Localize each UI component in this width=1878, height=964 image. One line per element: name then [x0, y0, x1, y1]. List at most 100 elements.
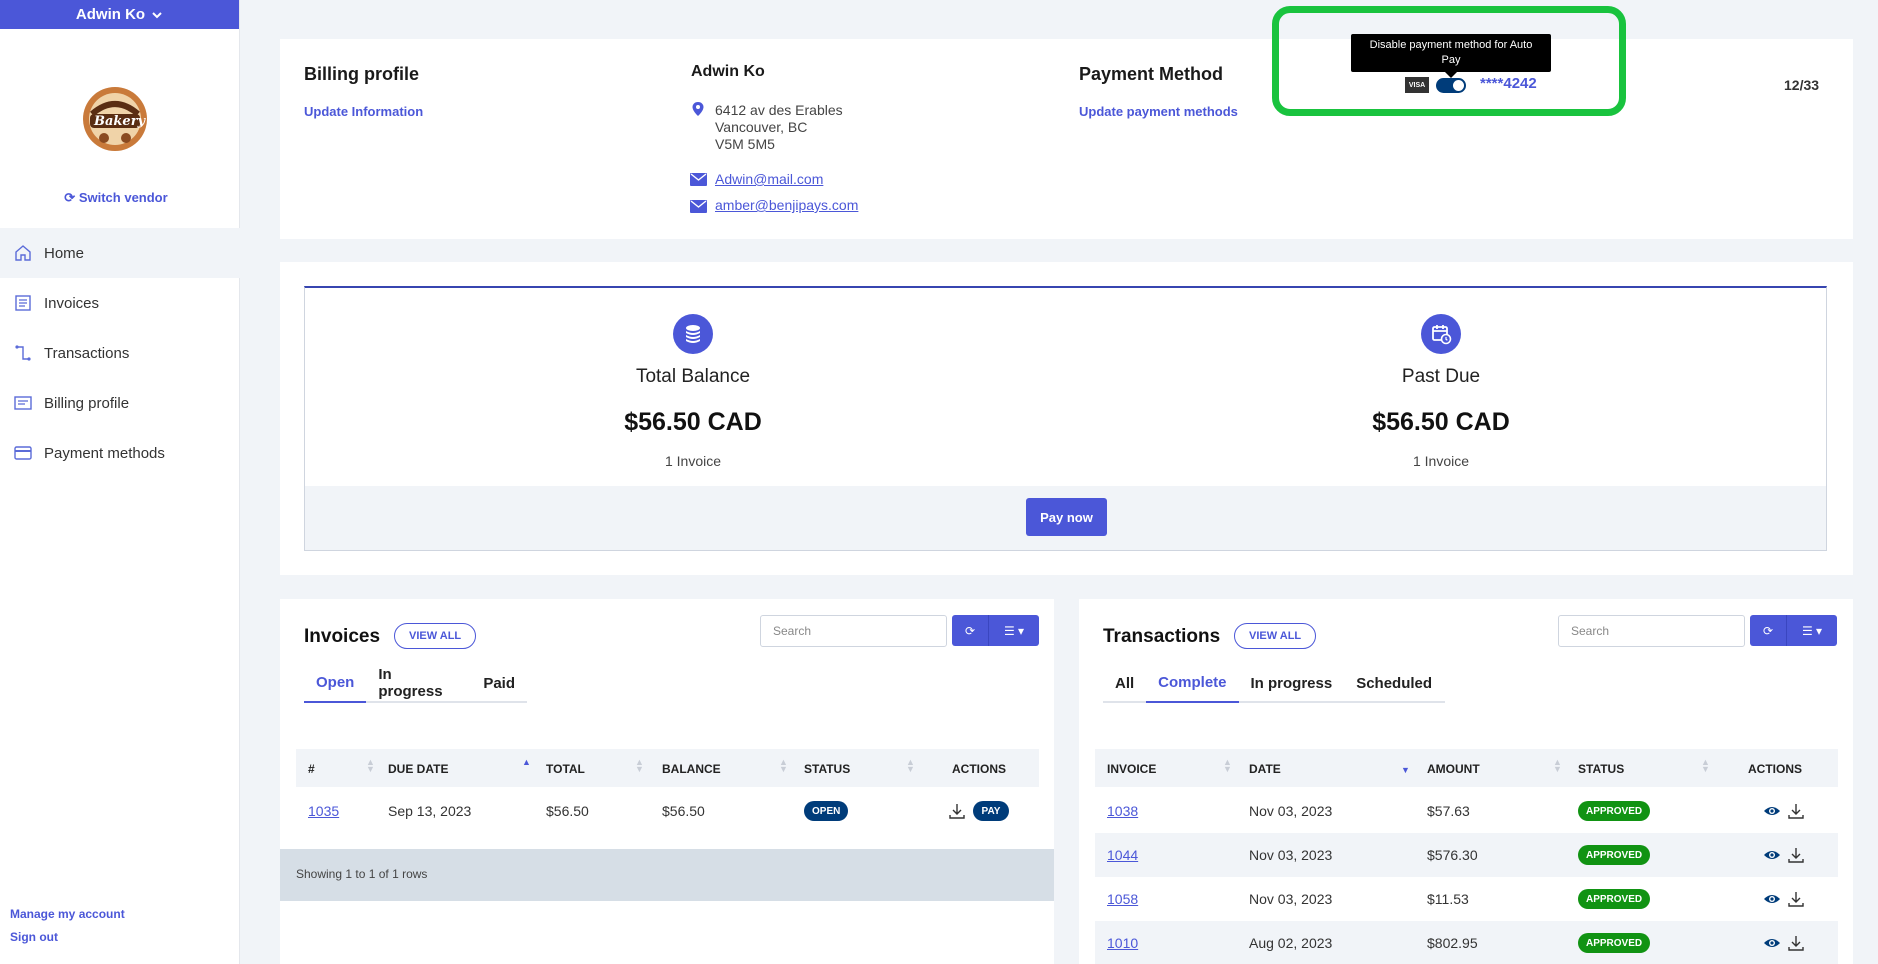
refresh-button[interactable]: ⟳ [1750, 615, 1787, 646]
tab-complete[interactable]: Complete [1146, 663, 1239, 703]
transactions-table-header: INVOICE ▲ ▼ DATE ▼ AMOUNT ▲ ▼ STATUS ▲ ▼ AC… [1095, 749, 1838, 787]
transactions-title: Transactions [1103, 626, 1221, 647]
table-row: 1010 Aug 02, 2023 $802.95 APPROVED [1095, 921, 1838, 964]
tab-scheduled[interactable]: Scheduled [1344, 663, 1444, 703]
eye-icon[interactable] [1763, 846, 1781, 864]
col-invoice[interactable]: INVOICE [1107, 762, 1156, 776]
mail-icon [690, 173, 707, 186]
invoice-number-link[interactable]: 1038 [1107, 803, 1138, 819]
manage-account-link[interactable]: Manage my account [10, 903, 125, 926]
transactions-icon [15, 345, 31, 361]
sidebar-item-billing-profile[interactable]: Billing profile [0, 378, 240, 428]
past-due-amount: $56.50 CAD [1372, 408, 1510, 436]
download-icon[interactable] [1787, 846, 1805, 864]
transactions-view-all-button[interactable]: VIEW ALL [1234, 623, 1317, 649]
sort-icon: ▲ ▼ [1553, 757, 1562, 774]
status-badge: APPROVED [1578, 801, 1651, 821]
page-count: 12/33 [1784, 77, 1820, 93]
transactions-toolbar: ⟳ ☰ ▾ [1750, 615, 1837, 646]
invoices-pagination: Showing 1 to 1 of 1 rows [280, 849, 1054, 901]
columns-dropdown-button[interactable]: ☰ ▾ [1787, 615, 1837, 646]
invoice-number-link[interactable]: 1044 [1107, 847, 1138, 863]
date: Nov 03, 2023 [1249, 891, 1333, 907]
vendor-logo: Bakery [78, 84, 152, 154]
sort-icon: ▲ ▼ [1223, 757, 1232, 774]
pay-now-button[interactable]: Pay now [1026, 498, 1107, 536]
col-status[interactable]: STATUS [804, 762, 850, 776]
update-payment-methods-link[interactable]: Update payment methods [1079, 104, 1238, 119]
visa-icon: VISA [1405, 77, 1429, 93]
autopay-tooltip: Disable payment method for Auto Pay [1351, 34, 1551, 78]
update-information-link[interactable]: Update Information [304, 104, 423, 119]
sidebar-item-transactions[interactable]: Transactions [0, 328, 240, 378]
status-badge: APPROVED [1578, 933, 1651, 953]
total: $56.50 [546, 803, 589, 819]
invoice-number-link[interactable]: 1035 [308, 803, 339, 819]
card-icon [14, 446, 32, 460]
payment-method-title: Payment Method [1079, 64, 1224, 84]
billing-profile-title: Billing profile [304, 64, 419, 84]
col-due-date[interactable]: DUE DATE [388, 762, 448, 776]
email-link-2[interactable]: amber@benjipays.com [715, 197, 858, 213]
tab-open[interactable]: Open [304, 663, 367, 703]
amount: $576.30 [1427, 847, 1478, 863]
table-row: 1058 Nov 03, 2023 $11.53 APPROVED [1095, 877, 1838, 921]
past-due-label: Past Due [1401, 366, 1481, 387]
eye-icon[interactable] [1763, 890, 1781, 908]
invoice-number-link[interactable]: 1058 [1107, 891, 1138, 907]
switch-vendor-link[interactable]: ⟳ Switch vendor [0, 190, 232, 206]
tab-in-progress[interactable]: In progress [1239, 663, 1345, 703]
download-icon[interactable] [1787, 802, 1805, 820]
invoices-view-all-button[interactable]: VIEW ALL [394, 623, 477, 649]
columns-dropdown-button[interactable]: ☰ ▾ [989, 615, 1039, 646]
sidebar-item-payment-methods[interactable]: Payment methods [0, 428, 240, 478]
location-pin-icon [692, 102, 704, 116]
tab-in-progress[interactable]: In progress [366, 663, 471, 703]
amount: $802.95 [1427, 935, 1478, 951]
col-status[interactable]: STATUS [1578, 762, 1624, 776]
download-icon[interactable] [1787, 934, 1805, 952]
col-date[interactable]: DATE [1249, 762, 1281, 776]
eye-icon[interactable] [1763, 934, 1781, 952]
table-row: 1038 Nov 03, 2023 $57.63 APPROVED [1095, 789, 1838, 833]
refresh-button[interactable]: ⟳ [952, 615, 989, 646]
refresh-icon: ⟳ [1762, 623, 1774, 638]
col-total[interactable]: TOTAL [546, 762, 585, 776]
user-menu[interactable]: Adwin Ko [0, 0, 239, 29]
transactions-search-input[interactable]: Search [1558, 615, 1745, 647]
status-badge: APPROVED [1578, 889, 1651, 909]
invoice-number-link[interactable]: 1010 [1107, 935, 1138, 951]
eye-icon[interactable] [1763, 802, 1781, 820]
customer-name: Adwin Ko [691, 63, 765, 80]
col-number[interactable]: # [308, 762, 315, 776]
invoices-tabs: Open In progress Paid [304, 663, 527, 703]
tab-all[interactable]: All [1103, 663, 1146, 703]
user-name: Adwin Ko [75, 6, 146, 23]
tab-paid[interactable]: Paid [471, 663, 527, 703]
past-due-count: 1 Invoice [1412, 453, 1470, 469]
chevron-down-icon [152, 11, 162, 18]
status-badge: APPROVED [1578, 845, 1651, 865]
amount: $11.53 [1427, 891, 1469, 907]
invoices-table-header: # ▲ ▼ DUE DATE ▲ TOTAL ▲ ▼ BALANCE ▲ ▼ STAT… [296, 749, 1039, 787]
download-icon[interactable] [948, 802, 966, 820]
sidebar-item-home[interactable]: Home [0, 228, 240, 278]
sidebar-item-invoices[interactable]: Invoices [0, 278, 240, 328]
col-amount[interactable]: AMOUNT [1427, 762, 1480, 776]
col-balance[interactable]: BALANCE [662, 762, 721, 776]
download-icon[interactable] [1787, 890, 1805, 908]
home-icon [15, 245, 31, 261]
refresh-icon: ⟳ [964, 623, 976, 638]
autopay-toggle[interactable] [1436, 78, 1466, 93]
status-badge: OPEN [804, 801, 849, 821]
date: Aug 02, 2023 [1249, 935, 1333, 951]
invoices-toolbar: ⟳ ☰ ▾ [952, 615, 1039, 646]
billing-address: 6412 av des Erables Vancouver, BC V5M 5M… [715, 102, 843, 152]
pay-button[interactable]: PAY [973, 801, 1009, 821]
table-row: 1035 Sep 13, 2023 $56.50 $56.50 OPEN PAY [296, 789, 1039, 833]
past-due-block: Past Due $56.50 CAD 1 Invoice [1241, 314, 1641, 469]
invoices-search-input[interactable]: Search [760, 615, 947, 647]
total-balance-block: Total Balance $56.50 CAD 1 Invoice [493, 314, 893, 469]
email-link-1[interactable]: Adwin@mail.com [715, 171, 823, 187]
sign-out-link[interactable]: Sign out [10, 926, 125, 949]
